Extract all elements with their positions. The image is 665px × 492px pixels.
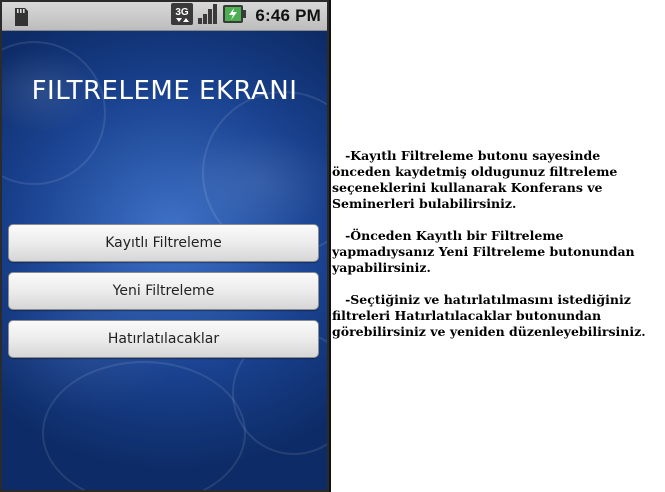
app-screen: FILTRELEME EKRANI Kayıtlı Filtreleme Yen… [2, 31, 327, 490]
page-title: FILTRELEME EKRANI [31, 76, 298, 106]
3g-icon: 3G [171, 3, 194, 29]
info-text: -Kayıtlı Filtreleme butonu sayesinde önc… [332, 148, 658, 356]
background-pattern [42, 361, 246, 490]
divider [329, 0, 331, 492]
info-paragraph: -Seçtiğiniz ve hatırlatılmasını istediği… [332, 292, 646, 339]
sd-card-icon [12, 7, 30, 27]
info-paragraph: -Önceden Kayıtlı bir Filtreleme yapmadıy… [332, 228, 639, 275]
battery-icon [223, 3, 247, 29]
signal-icon [197, 3, 219, 29]
reminders-button[interactable]: Hatırlatılacaklar [8, 320, 319, 358]
saved-filter-button[interactable]: Kayıtlı Filtreleme [8, 224, 319, 262]
status-bar: 3G 6:46 PM [2, 2, 327, 31]
background-pattern [2, 41, 106, 185]
svg-text:3G: 3G [176, 7, 190, 18]
phone-frame: 3G 6:46 PM FILTRELEME EKRANI Kayıtlı Fil… [0, 0, 331, 492]
new-filter-button[interactable]: Yeni Filtreleme [8, 272, 319, 310]
clock: 6:46 PM [255, 6, 321, 25]
info-paragraph: -Kayıtlı Filtreleme butonu sayesinde önc… [332, 148, 622, 211]
status-icons: 3G 6:46 PM [171, 3, 321, 29]
